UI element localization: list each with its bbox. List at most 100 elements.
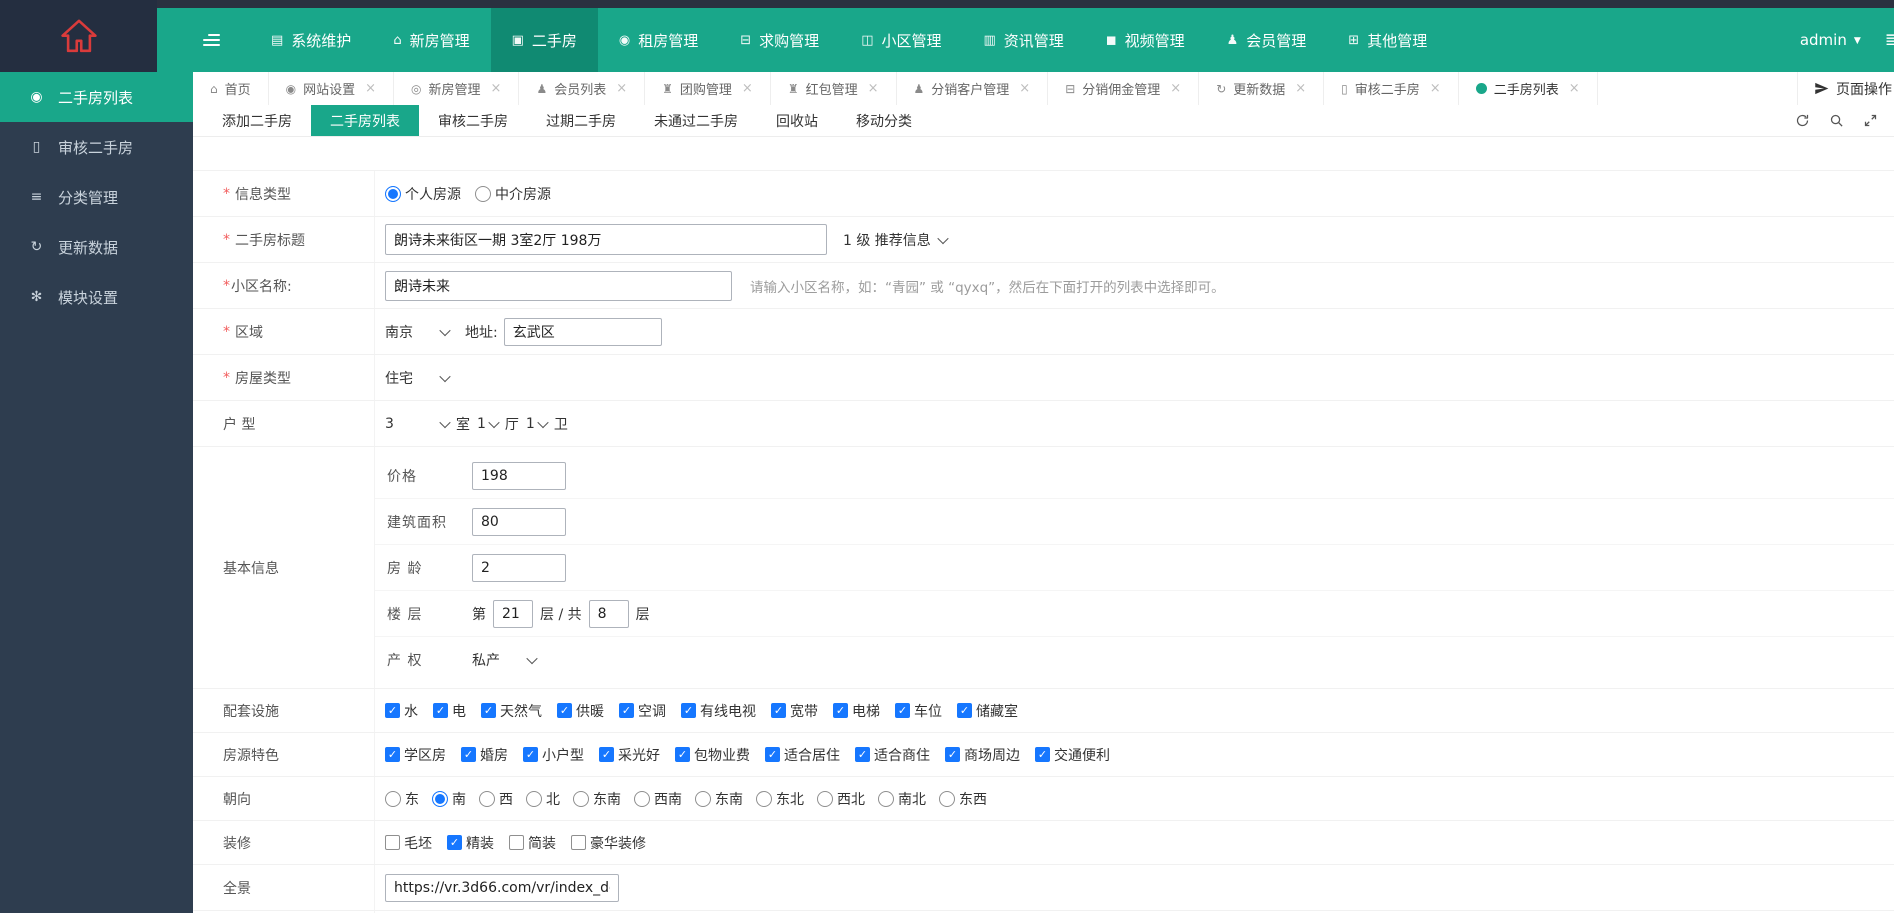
radio-option[interactable]: 东 [385,789,419,809]
sidebar-item[interactable]: ▯ 审核二手房 [0,122,193,172]
tab[interactable]: 二手房列表 × [1459,72,1598,105]
checkbox-option[interactable]: ✓ 小户型 [523,745,584,765]
radio-option[interactable]: 东西 [939,789,987,809]
nav-item[interactable]: ⌂ 新房管理 [372,8,490,72]
tab-close-icon[interactable]: × [1430,81,1441,96]
page-actions-button[interactable]: 页面操作 [1797,72,1894,105]
tab-close-icon[interactable]: × [1295,81,1306,96]
nav-item[interactable]: ⊞ 其他管理 [1327,8,1448,72]
subtab[interactable]: 审核二手房 [419,105,527,136]
property-rights-select[interactable]: 私产 [472,650,538,670]
subtab[interactable]: 过期二手房 [527,105,635,136]
checkbox-option[interactable]: ✓ 天然气 [481,701,542,721]
halls-select[interactable]: 1 [477,416,500,432]
checkbox-option[interactable]: ✓ 婚房 [461,745,508,765]
floor-input[interactable] [493,599,533,628]
tab-close-icon[interactable]: × [616,81,627,96]
nav-item[interactable]: ▤ 系统维护 [250,8,372,72]
refresh-icon[interactable] [1795,113,1810,128]
radio-option[interactable]: 北 [526,789,560,809]
sidebar-item[interactable]: ≡ 分类管理 [0,172,193,222]
baths-select[interactable]: 1 [526,416,549,432]
checkbox-option[interactable]: ✓ 空调 [619,701,666,721]
checkbox-option[interactable]: ✓ 采光好 [599,745,660,765]
tab[interactable]: ↻ 更新数据 × [1199,72,1325,105]
topbar-more-icon[interactable]: ≣ [1885,30,1894,50]
tab-close-icon[interactable]: × [742,81,753,96]
rooms-select[interactable]: 3 [385,416,451,432]
checkbox-option[interactable]: ✓ 精装 [447,833,494,853]
checkbox-option[interactable]: ✓ 供暖 [557,701,604,721]
house-type-select[interactable]: 住宅 [385,368,451,388]
recommend-level-select[interactable]: 1 级 推荐信息 [843,230,949,250]
sidebar-item[interactable]: ✻ 模块设置 [0,272,193,322]
checkbox-option[interactable]: ✓ 包物业费 [675,745,750,765]
tab-close-icon[interactable]: × [1569,81,1580,96]
user-menu[interactable]: admin ▼ [1800,31,1861,49]
checkbox-option[interactable]: ✓ 宽带 [771,701,818,721]
subtab[interactable]: 未通过二手房 [635,105,757,136]
checkbox-option[interactable]: ✓ 有线电视 [681,701,756,721]
title-input[interactable] [385,224,827,255]
menu-toggle-icon[interactable] [203,8,220,72]
checkbox-option[interactable]: 毛坯 [385,833,432,853]
tab[interactable]: ⊟ 分销佣金管理 × [1048,72,1200,105]
checkbox-option[interactable]: ✓ 电 [433,701,466,721]
checkbox-option[interactable]: ✓ 车位 [895,701,942,721]
radio-option[interactable]: 个人房源 [385,184,461,204]
radio-option[interactable]: 东南 [695,789,743,809]
nav-item[interactable]: ⊟ 求购管理 [719,8,840,72]
panorama-input[interactable] [385,873,619,902]
radio-option[interactable]: 南 [432,789,466,809]
radio-option[interactable]: 东北 [756,789,804,809]
subtab[interactable]: 回收站 [757,105,837,136]
sidebar-item[interactable]: ↻ 更新数据 [0,222,193,272]
tab-close-icon[interactable]: × [868,81,879,96]
nav-item[interactable]: ♟ 会员管理 [1206,8,1328,72]
checkbox-option[interactable]: 简装 [509,833,556,853]
logo[interactable] [0,0,157,72]
checkbox-option[interactable]: ✓ 学区房 [385,745,446,765]
nav-item[interactable]: ◫ 小区管理 [840,8,962,72]
sidebar-item[interactable]: ◉ 二手房列表 [0,72,193,122]
checkbox-option[interactable]: ✓ 适合居住 [765,745,840,765]
checkbox-option[interactable]: ✓ 适合商住 [855,745,930,765]
nav-item[interactable]: ▥ 资讯管理 [963,8,1085,72]
nav-item[interactable]: ◼ 视频管理 [1085,8,1206,72]
checkbox-option[interactable]: ✓ 电梯 [833,701,880,721]
nav-item[interactable]: ▣ 二手房 [490,8,598,72]
search-icon[interactable] [1829,113,1844,128]
tab[interactable]: ⌂ 首页 [193,72,269,105]
radio-option[interactable]: 西北 [817,789,865,809]
subtab[interactable]: 移动分类 [837,105,931,136]
checkbox-option[interactable]: 豪华装修 [571,833,646,853]
tab[interactable]: ♟ 分销客户管理 × [897,72,1049,105]
tab[interactable]: ♜ 团购管理 × [645,72,771,105]
city-select[interactable]: 南京 [385,322,451,342]
fullscreen-icon[interactable] [1863,113,1878,128]
tab[interactable]: ▯ 审核二手房 × [1324,72,1459,105]
subtab[interactable]: 添加二手房 [203,105,311,136]
tab-close-icon[interactable]: × [365,81,376,96]
checkbox-option[interactable]: ✓ 交通便利 [1035,745,1110,765]
radio-option[interactable]: 西 [479,789,513,809]
radio-option[interactable]: 西南 [634,789,682,809]
radio-option[interactable]: 南北 [878,789,926,809]
address-input[interactable] [503,317,662,346]
tab-close-icon[interactable]: × [1019,81,1030,96]
checkbox-option[interactable]: ✓ 储藏室 [957,701,1018,721]
checkbox-option[interactable]: ✓ 商场周边 [945,745,1020,765]
tab-close-icon[interactable]: × [491,81,502,96]
nav-item[interactable]: ◉ 租房管理 [598,8,719,72]
radio-option[interactable]: 东南 [573,789,621,809]
tab[interactable]: ◎ 新房管理 × [394,72,520,105]
house-age-input[interactable] [472,553,566,582]
tab-close-icon[interactable]: × [1170,81,1181,96]
radio-option[interactable]: 中介房源 [475,184,551,204]
community-input[interactable] [385,270,732,301]
subtab[interactable]: 二手房列表 [311,105,419,136]
total-floors-input[interactable] [588,599,629,628]
tab[interactable]: ♟ 会员列表 × [519,72,646,105]
tab[interactable]: ♜ 红包管理 × [771,72,897,105]
tab[interactable]: ◉ 网站设置 × [269,72,395,105]
